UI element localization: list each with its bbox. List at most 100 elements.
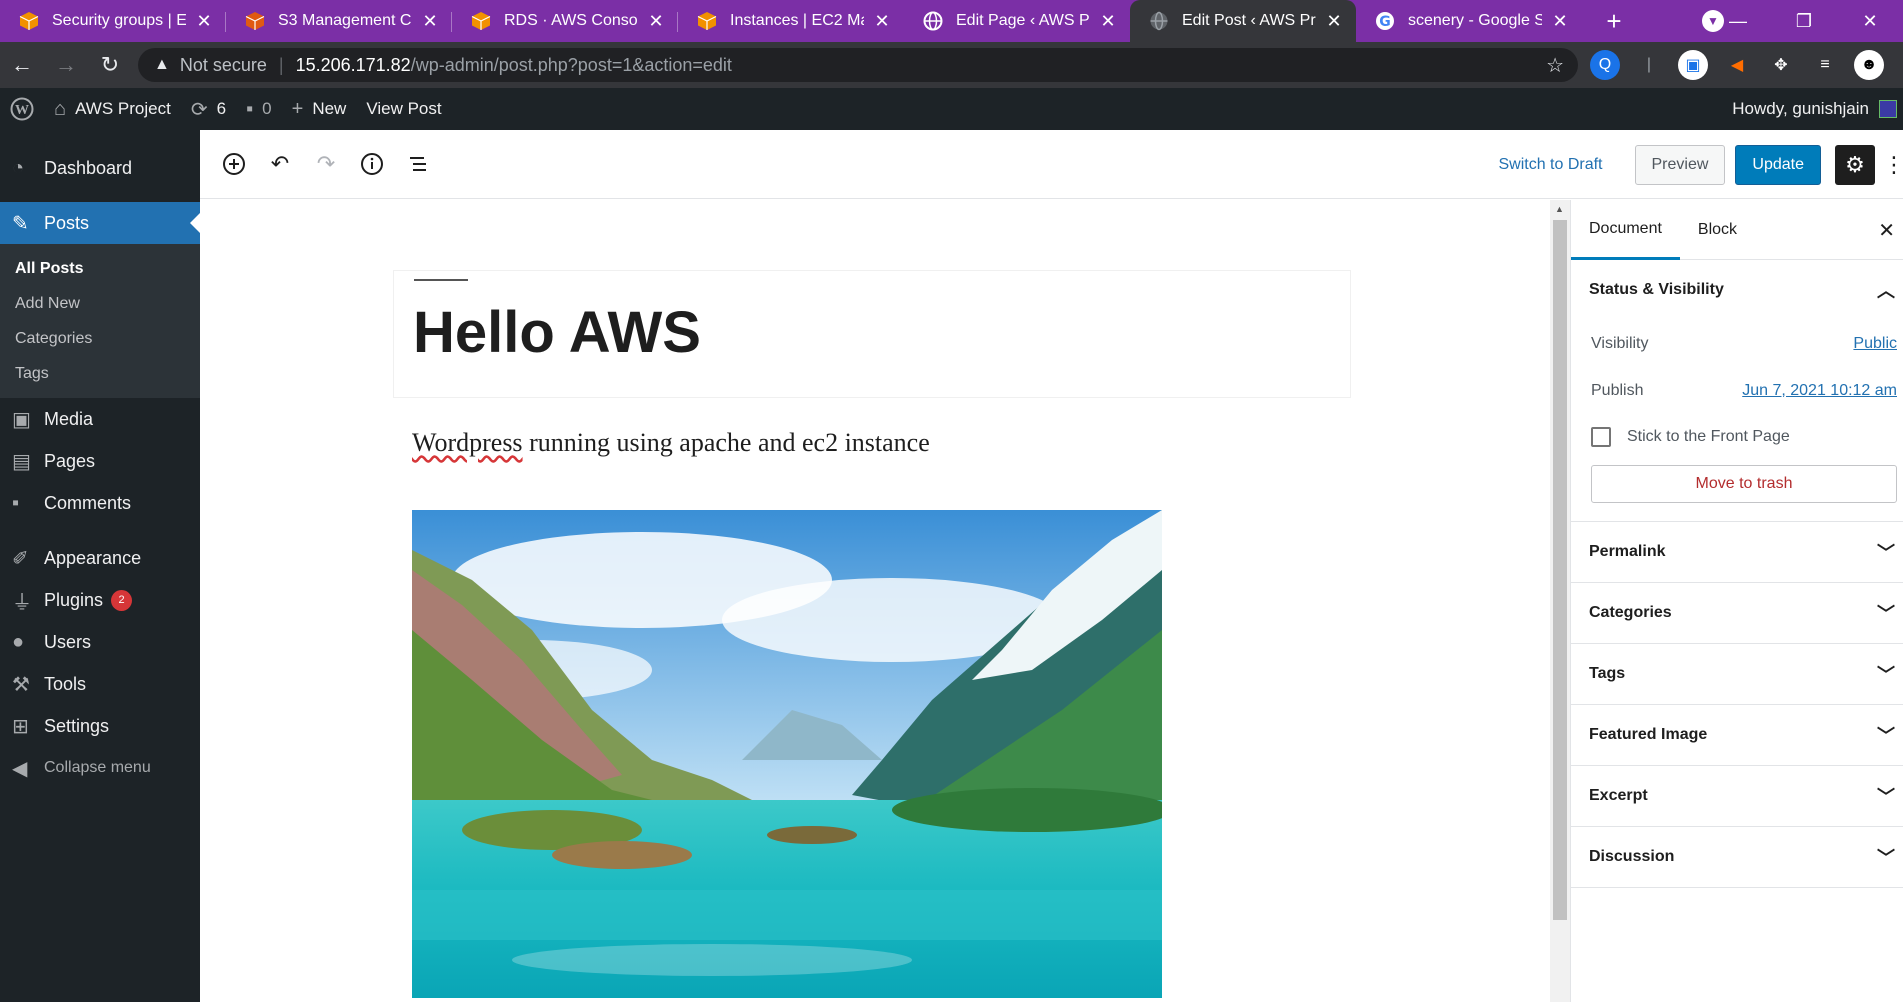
search-extension-icon[interactable]: Q bbox=[1590, 50, 1620, 80]
close-window-icon[interactable]: ✕ bbox=[1837, 11, 1903, 32]
screen-capture-icon[interactable]: ▣ bbox=[1678, 50, 1708, 80]
image-block[interactable] bbox=[412, 510, 1162, 998]
howdy-user[interactable]: Howdy, gunishjain bbox=[1732, 99, 1869, 119]
browser-tab[interactable]: G scenery - Google Search ✕ bbox=[1356, 0, 1582, 42]
featured-image-panel[interactable]: Featured Image ﹀ bbox=[1571, 705, 1903, 766]
menu-item-tools[interactable]: ⚒ Tools bbox=[0, 663, 200, 705]
paragraph-block[interactable]: Wordpress running using apache and ec2 i… bbox=[412, 428, 930, 458]
comments-link[interactable]: ▪ 0 bbox=[236, 88, 282, 130]
browser-tab[interactable]: Security groups | EC2 Management Console… bbox=[0, 0, 226, 42]
browser-tab[interactable]: Instances | EC2 Management Console ✕ bbox=[678, 0, 904, 42]
discussion-panel[interactable]: Discussion ﹀ bbox=[1571, 827, 1903, 888]
tags-panel[interactable]: Tags ﹀ bbox=[1571, 644, 1903, 705]
update-button[interactable]: Update bbox=[1735, 145, 1821, 185]
panel-header[interactable]: Status & Visibility ︿ bbox=[1571, 260, 1903, 320]
menu-item-plugins[interactable]: ⏚ Plugins 2 bbox=[0, 579, 200, 621]
updates-link[interactable]: ⟳ 6 bbox=[181, 88, 236, 130]
settings-gear-icon[interactable]: ⚙ bbox=[1835, 145, 1875, 185]
block-navigation-icon[interactable] bbox=[402, 147, 434, 181]
post-title-block[interactable]: Hello AWS bbox=[393, 270, 1351, 398]
menu-item-dashboard[interactable]: ◔ Dashboard bbox=[0, 147, 200, 189]
menu-item-pages[interactable]: ▤ Pages bbox=[0, 440, 200, 482]
plug-icon: ⏚ bbox=[12, 591, 32, 614]
publish-date-link[interactable]: Jun 7, 2021 10:12 am bbox=[1742, 382, 1897, 400]
reload-icon[interactable]: ↻ bbox=[88, 42, 132, 88]
visibility-link[interactable]: Public bbox=[1853, 335, 1897, 353]
pin-extension-icon[interactable]: | bbox=[1634, 50, 1664, 80]
add-block-icon[interactable] bbox=[218, 147, 250, 181]
close-icon[interactable]: ✕ bbox=[646, 11, 666, 32]
back-icon[interactable]: ← bbox=[0, 42, 44, 88]
canvas-scrollbar[interactable]: ▲ bbox=[1550, 200, 1570, 1002]
profile-avatar-icon[interactable]: ☻ bbox=[1854, 50, 1884, 80]
restore-icon[interactable]: ❐ bbox=[1771, 11, 1837, 32]
menu-item-comments[interactable]: ▪ Comments bbox=[0, 482, 200, 524]
redo-icon[interactable]: ↷ bbox=[310, 147, 342, 181]
excerpt-panel[interactable]: Excerpt ﹀ bbox=[1571, 766, 1903, 827]
browser-tab-active[interactable]: Edit Post ‹ AWS Project ✕ bbox=[1130, 0, 1356, 42]
sticky-label[interactable]: Stick to the Front Page bbox=[1627, 428, 1790, 446]
misspelled-word[interactable]: Wordpress bbox=[412, 428, 523, 457]
puzzle-extensions-icon[interactable]: ✥ bbox=[1766, 50, 1796, 80]
move-to-trash-button[interactable]: Move to trash bbox=[1591, 465, 1897, 503]
reading-list-icon[interactable]: ≡ bbox=[1810, 50, 1840, 80]
menu-label: Users bbox=[44, 631, 92, 652]
scroll-up-icon[interactable]: ▲ bbox=[1555, 204, 1564, 214]
plugins-update-badge: 2 bbox=[111, 589, 133, 611]
close-icon[interactable]: ✕ bbox=[194, 11, 214, 32]
close-icon[interactable]: ✕ bbox=[1098, 11, 1118, 32]
site-name-link[interactable]: ⌂ AWS Project bbox=[44, 88, 181, 130]
post-title[interactable]: Hello AWS bbox=[413, 299, 701, 366]
submenu-add-new[interactable]: Add New bbox=[0, 286, 200, 321]
paragraph-text[interactable]: running using apache and ec2 instance bbox=[523, 428, 930, 457]
switch-to-draft-button[interactable]: Switch to Draft bbox=[1498, 156, 1602, 174]
security-status[interactable]: Not secure bbox=[180, 55, 267, 76]
view-post-link[interactable]: View Post bbox=[356, 88, 451, 130]
collapse-menu-button[interactable]: ◀ Collapse menu bbox=[0, 747, 200, 789]
scroll-thumb[interactable] bbox=[1553, 220, 1567, 920]
warning-icon[interactable]: ▲ bbox=[154, 56, 170, 74]
minimize-icon[interactable]: — bbox=[1705, 11, 1771, 32]
avatar[interactable] bbox=[1879, 100, 1897, 118]
submenu-all-posts[interactable]: All Posts bbox=[0, 251, 200, 286]
browser-menu-icon[interactable]: ⋮ bbox=[1898, 50, 1903, 80]
bookmark-star-icon[interactable]: ☆ bbox=[1546, 53, 1564, 78]
undo-icon[interactable]: ↶ bbox=[264, 147, 296, 181]
close-icon[interactable]: ✕ bbox=[872, 11, 892, 32]
panel-title: Tags bbox=[1589, 665, 1626, 682]
browser-tab[interactable]: RDS · AWS Console ✕ bbox=[452, 0, 678, 42]
close-icon[interactable]: ✕ bbox=[1324, 11, 1344, 32]
menu-item-media[interactable]: ▣ Media bbox=[0, 398, 200, 440]
browser-tab[interactable]: Edit Page ‹ AWS Project ✕ bbox=[904, 0, 1130, 42]
new-tab-button[interactable]: + bbox=[1594, 0, 1634, 42]
menu-item-users[interactable]: ● Users bbox=[0, 621, 200, 663]
close-icon[interactable]: ✕ bbox=[1550, 11, 1570, 32]
user-icon: ● bbox=[12, 630, 25, 653]
panel-title: Featured Image bbox=[1589, 726, 1708, 743]
menu-item-appearance[interactable]: ✐ Appearance bbox=[0, 537, 200, 579]
menu-item-settings[interactable]: ⊞ Settings bbox=[0, 705, 200, 747]
sticky-checkbox[interactable] bbox=[1591, 426, 1611, 447]
info-icon[interactable] bbox=[356, 147, 388, 181]
submenu-tags[interactable]: Tags bbox=[0, 356, 200, 391]
tab-document[interactable]: Document bbox=[1571, 200, 1680, 260]
submenu-categories[interactable]: Categories bbox=[0, 321, 200, 356]
media-extension-icon[interactable]: ◀ bbox=[1722, 50, 1752, 80]
new-content-link[interactable]: + New bbox=[282, 88, 357, 130]
wordpress-logo-icon[interactable]: W bbox=[0, 88, 44, 130]
menu-item-posts[interactable]: ✎ Posts bbox=[0, 202, 200, 244]
close-icon[interactable]: ✕ bbox=[420, 11, 440, 32]
more-options-icon[interactable]: ⋮ bbox=[1883, 152, 1903, 178]
forward-icon[interactable]: → bbox=[44, 42, 88, 88]
browser-tab-title: scenery - Google Search bbox=[1408, 12, 1542, 29]
editor-header: ↶ ↷ Switch to Draft Preview Update ⚙ ⋮ bbox=[200, 130, 1903, 199]
permalink-panel[interactable]: Permalink ﹀ bbox=[1571, 522, 1903, 583]
address-bar[interactable]: ▲ Not secure | 15.206.171.82/wp-admin/po… bbox=[138, 48, 1578, 82]
chevron-down-icon: ﹀ bbox=[1877, 848, 1895, 868]
svg-text:G: G bbox=[1379, 14, 1391, 30]
tab-block[interactable]: Block bbox=[1680, 200, 1755, 260]
categories-panel[interactable]: Categories ﹀ bbox=[1571, 583, 1903, 644]
close-icon[interactable]: ✕ bbox=[1878, 218, 1895, 243]
browser-tab[interactable]: S3 Management Console ✕ bbox=[226, 0, 452, 42]
preview-button[interactable]: Preview bbox=[1634, 145, 1726, 185]
